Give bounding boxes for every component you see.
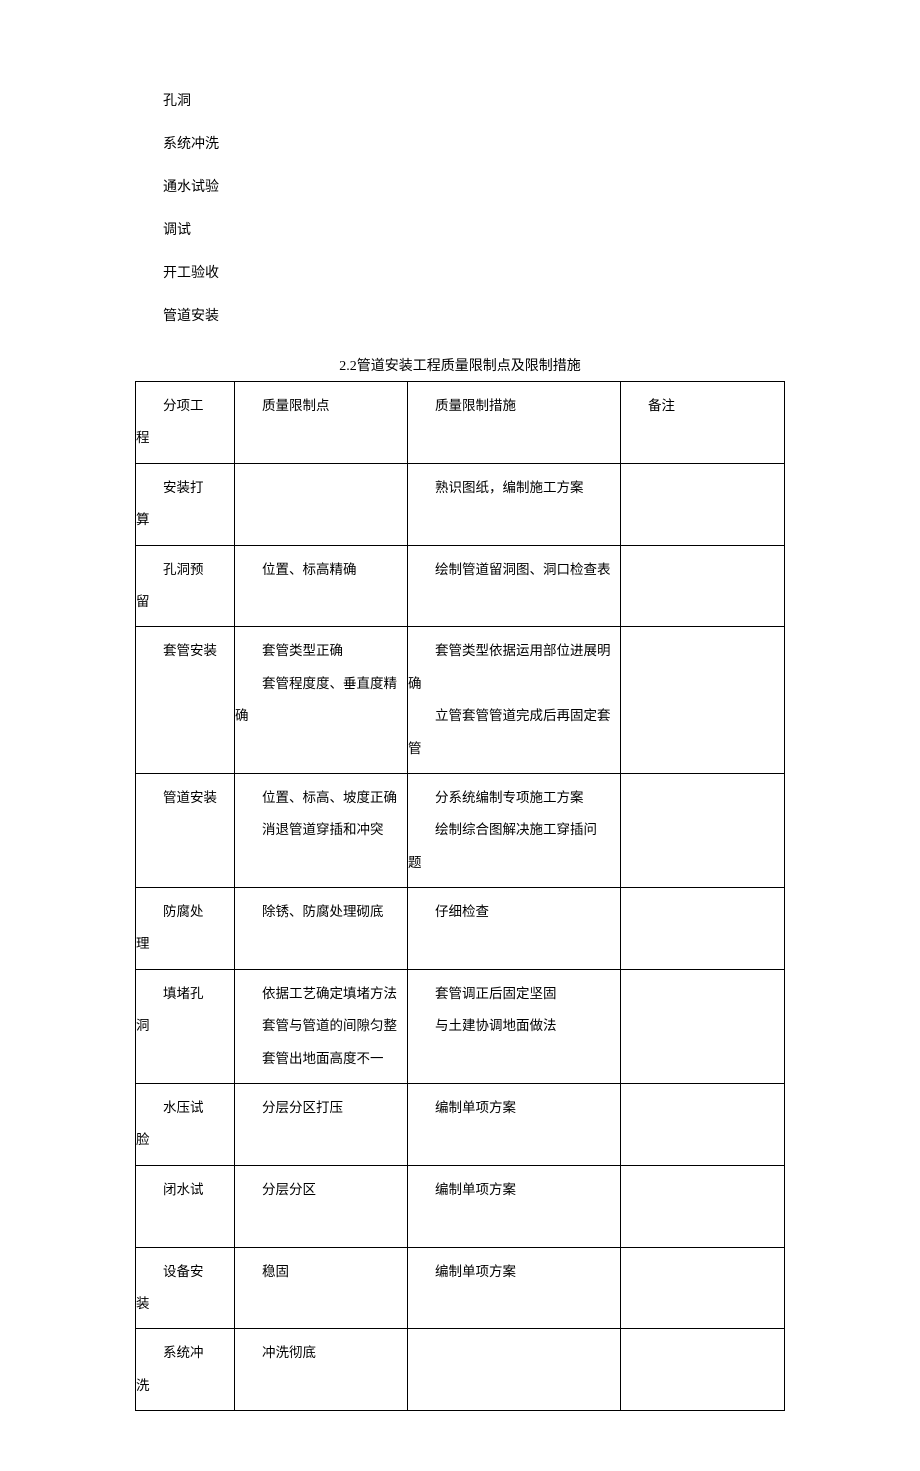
table-row: 填堵孔洞依据工艺确定填堵方法套管与管道的间隙匀整套管出地面高度不一 套管调正后固定… xyxy=(136,969,785,1083)
cell-text: 套管与管道的间隙匀整 xyxy=(235,1010,407,1042)
cell-text: 系统冲 xyxy=(136,1337,234,1369)
cell-text: 分层分区 xyxy=(235,1174,407,1206)
table-row: 系统冲洗冲洗彻底 xyxy=(136,1329,785,1411)
list-item: 系统冲洗 xyxy=(163,133,785,153)
cell-text: 理 xyxy=(136,928,234,960)
cell-text: 洗 xyxy=(136,1370,234,1402)
cell-text: 水压试 xyxy=(136,1092,234,1124)
cell-text: 熟识图纸，编制施工方案 xyxy=(408,472,620,504)
cell-text: 脸 xyxy=(136,1124,234,1156)
cell-text: 与土建协调地面做法 xyxy=(408,1010,620,1042)
cell-text: 填堵孔 xyxy=(136,978,234,1010)
cell-text: 套管类型正确 xyxy=(235,635,407,667)
cell-text: 套管类型依据运用部位进展明 xyxy=(408,635,620,667)
cell-text: 题 xyxy=(408,847,620,879)
cell-text: 孔洞预 xyxy=(136,554,234,586)
table-row: 套管安装套管类型正确套管程度度、垂直度精确套管类型依据运用部位进展明确立管套管管… xyxy=(136,627,785,774)
cell-text: 位置、标高、坡度正确 xyxy=(235,782,407,814)
cell-text: 设备安 xyxy=(136,1256,234,1288)
cell-text: 稳固 xyxy=(235,1256,407,1288)
cell-text: 洞 xyxy=(136,1010,234,1042)
cell-text: 消退管道穿插和冲突 xyxy=(235,814,407,846)
cell-text: 位置、标高精确 xyxy=(235,554,407,586)
table-title: 2.2管道安装工程质量限制点及限制措施 xyxy=(135,355,785,375)
header-c2: 质量限制点 xyxy=(235,390,407,422)
table-row: 闭水试 分层分区编制单项方案 xyxy=(136,1165,785,1247)
cell-text: 立管套管管道完成后再固定套 xyxy=(408,700,620,732)
cell-text: 冲洗彻底 xyxy=(235,1337,407,1369)
cell-text: 分层分区打压 xyxy=(235,1092,407,1124)
cell-text: 除锈、防腐处理砌底 xyxy=(235,896,407,928)
header-c3: 质量限制措施 xyxy=(408,390,620,422)
cell-text: 绘制综合图解决施工穿插问 xyxy=(408,814,620,846)
process-list: 孔洞 系统冲洗 通水试验 调试 开工验收 管道安装 xyxy=(163,90,785,325)
list-item: 管道安装 xyxy=(163,305,785,325)
cell-text: 确 xyxy=(408,668,620,700)
cell-text: 安装打 xyxy=(136,472,234,504)
cell-text: 算 xyxy=(136,504,234,536)
list-item: 通水试验 xyxy=(163,176,785,196)
cell-text: 装 xyxy=(136,1288,234,1320)
cell-text: 套管调正后固定坚固 xyxy=(408,978,620,1010)
cell-text: 编制单项方案 xyxy=(408,1174,620,1206)
cell-text: 留 xyxy=(136,586,234,618)
table-row: 管道安装位置、标高、坡度正确消退管道穿插和冲突分系统编制专项施工方案绘制综合图解… xyxy=(136,773,785,887)
cell-text: 管 xyxy=(408,733,620,765)
cell-text: 防腐处 xyxy=(136,896,234,928)
cell-text: 分系统编制专项施工方案 xyxy=(408,782,620,814)
table-row: 防腐处理除锈、防腐处理砌底仔细检查 xyxy=(136,888,785,970)
cell-text: 编制单项方案 xyxy=(408,1256,620,1288)
cell-text: 套管程度度、垂直度精确 xyxy=(235,668,407,733)
cell-text: 套管出地面高度不一 xyxy=(235,1043,407,1075)
list-item: 开工验收 xyxy=(163,262,785,282)
table-row: 孔洞预留位置、标高精确绘制管道留洞图、洞口检查表 xyxy=(136,545,785,627)
table-row: 水压试脸分层分区打压编制单项方案 xyxy=(136,1084,785,1166)
cell-text: 依据工艺确定填堵方法 xyxy=(235,978,407,1010)
header-c4: 备注 xyxy=(621,390,784,422)
cell-text: 绘制管道留洞图、洞口检查表 xyxy=(408,554,620,586)
cell-text: 编制单项方案 xyxy=(408,1092,620,1124)
cell-text: 闭水试 xyxy=(136,1174,234,1206)
cell-text: 仔细检查 xyxy=(408,896,620,928)
table-row: 设备安装稳固编制单项方案 xyxy=(136,1247,785,1329)
list-item: 孔洞 xyxy=(163,90,785,110)
cell-text: 管道安装 xyxy=(136,782,234,814)
table-header-row: 分项工程 质量限制点 质量限制措施 备注 xyxy=(136,382,785,464)
table-row: 安装打算 熟识图纸，编制施工方案 xyxy=(136,463,785,545)
list-item: 调试 xyxy=(163,219,785,239)
quality-control-table: 分项工程 质量限制点 质量限制措施 备注 安装打算 熟识图纸，编制施工方案孔洞预留… xyxy=(135,381,785,1411)
cell-text: 套管安装 xyxy=(136,635,234,667)
